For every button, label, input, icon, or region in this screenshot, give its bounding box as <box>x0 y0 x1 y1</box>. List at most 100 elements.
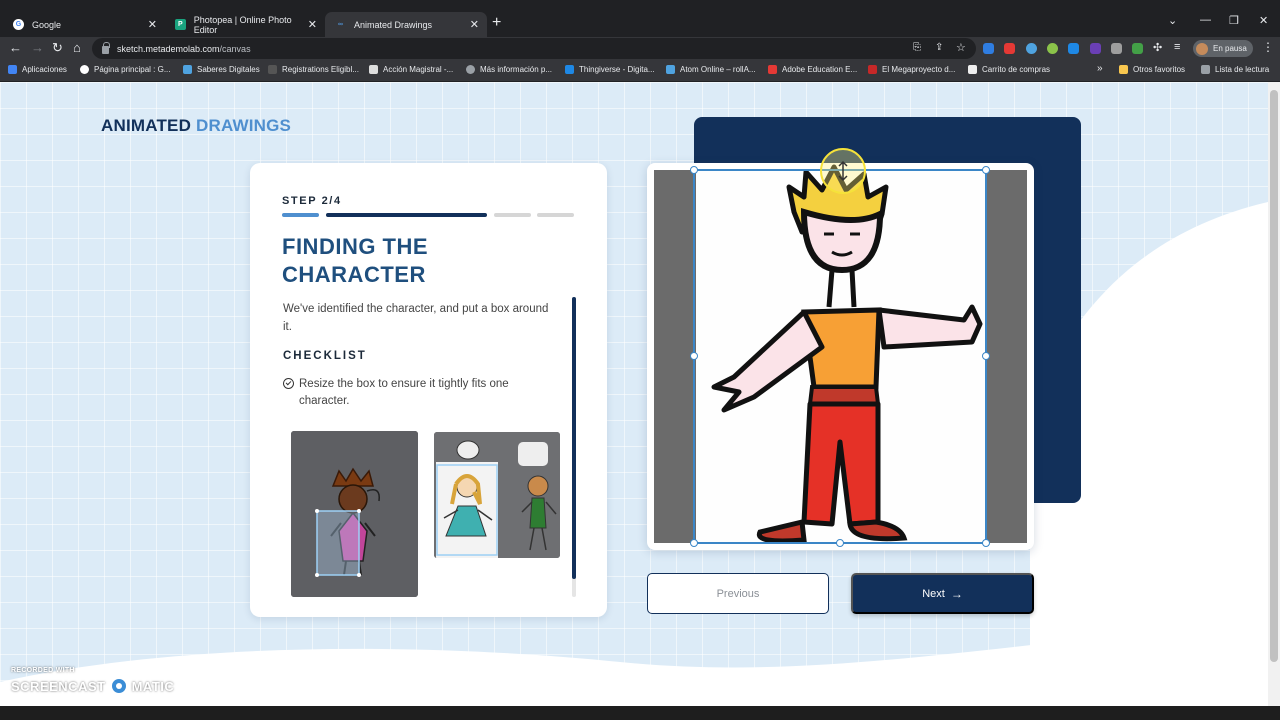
check-circle-icon <box>283 378 294 389</box>
brand-logo[interactable]: ANIMATED DRAWINGS <box>101 116 291 136</box>
bookmark-star-icon[interactable]: ☆ <box>956 41 966 54</box>
bookmark-item[interactable]: Acción Magistral -... <box>369 65 453 74</box>
back-icon[interactable]: ← <box>9 40 22 55</box>
browser-tab-bar: G Google ✕ P Photopea | Online Photo Edi… <box>0 0 1280 37</box>
status-bar <box>0 706 1280 720</box>
tab-google[interactable]: G Google ✕ <box>3 12 165 37</box>
watermark-line1: RECORDED WITH <box>11 667 75 674</box>
bookmarks-bar: Aplicaciones Página principal : G... Sab… <box>0 60 1280 82</box>
extension-icon[interactable] <box>1111 43 1122 54</box>
step-indicator: STEP 2/4 <box>282 195 342 207</box>
reading-list-icon <box>1201 65 1210 74</box>
bookmark-other-favorites[interactable]: Otros favoritos <box>1119 65 1185 74</box>
card-scrollbar[interactable] <box>572 297 576 597</box>
progress-segment <box>282 213 319 217</box>
apps-grid-icon <box>8 65 17 74</box>
home-icon[interactable]: ⌂ <box>73 40 81 55</box>
bounding-box[interactable] <box>688 164 994 549</box>
adobe-icon <box>768 65 777 74</box>
photopea-icon: P <box>175 19 186 30</box>
close-icon[interactable]: ✕ <box>148 18 157 31</box>
brand-word-2: DRAWINGS <box>196 116 292 135</box>
bookmark-item[interactable]: Adobe Education E... <box>768 65 857 74</box>
profile-label: En pausa <box>1213 44 1247 53</box>
browser-toolbar: ← → ↻ ⌂ sketch.metademolab.com/canvas ⎘ … <box>0 37 1280 60</box>
watermark-word-2: MATIC <box>131 678 175 694</box>
bookmark-favicon-icon <box>968 65 977 74</box>
bookmark-item[interactable]: Página principal : G... <box>80 65 170 74</box>
card-scrollbar-thumb[interactable] <box>572 297 576 579</box>
instruction-card: STEP 2/4 FINDING THE CHARACTER We've ide… <box>250 163 607 617</box>
puzzle-icon[interactable]: ✣ <box>1153 41 1162 54</box>
url-text: sketch.metademolab.com/canvas <box>117 43 251 54</box>
translate-icon[interactable]: ⎘ <box>913 42 921 53</box>
avatar <box>1196 42 1208 55</box>
bookmarks-overflow-icon[interactable]: » <box>1097 63 1103 74</box>
tab-label: Animated Drawings <box>354 19 433 30</box>
tab-label: Google <box>32 19 62 30</box>
example-image-good-box <box>291 431 418 597</box>
checklist-title: CHECKLIST <box>283 350 367 362</box>
tab-label: Photopea | Online Photo Editor <box>193 14 292 35</box>
bookmark-item[interactable]: Registrations Eligibl... <box>268 65 359 74</box>
tab-animated-drawings[interactable]: ∞ Animated Drawings ✕ <box>325 12 487 37</box>
bookmark-reading-list[interactable]: Lista de lectura <box>1201 65 1269 74</box>
folder-icon <box>1119 65 1128 74</box>
new-tab-icon[interactable]: + <box>492 15 501 31</box>
bookmark-item[interactable]: Más información p... <box>466 65 552 74</box>
restore-icon[interactable]: ❐ <box>1229 14 1239 27</box>
progress-segment <box>537 213 574 217</box>
screencast-logo-icon <box>108 676 129 696</box>
example-image-two-characters <box>434 432 560 558</box>
google-icon <box>80 65 89 74</box>
extension-icon[interactable] <box>1047 43 1058 54</box>
tab-photopea[interactable]: P Photopea | Online Photo Editor ✕ <box>165 12 325 37</box>
watermark-word-1: SCREENCAST <box>11 678 106 694</box>
minimize-icon[interactable]: — <box>1200 14 1211 26</box>
bookmark-favicon-icon <box>369 65 378 74</box>
bookmark-favicon-icon <box>268 65 277 74</box>
meta-icon: ∞ <box>338 21 343 28</box>
bookmark-item[interactable]: Thingiverse - Digita... <box>565 65 655 74</box>
cursor-highlight <box>820 148 866 194</box>
arrow-right-icon: → <box>950 586 963 601</box>
address-bar[interactable]: sketch.metademolab.com/canvas <box>92 38 976 59</box>
page-title: FINDING THE CHARACTER <box>282 234 429 287</box>
extension-icon[interactable] <box>1132 43 1143 54</box>
progress-segment <box>494 213 531 217</box>
google-icon: G <box>13 19 24 30</box>
bookmark-item[interactable]: Atom Online – rollA... <box>666 65 756 74</box>
checklist-item: Resize the box to ensure it tightly fits… <box>299 378 509 407</box>
bookmark-apps[interactable]: Aplicaciones <box>8 65 67 74</box>
menu-kebab-icon[interactable]: ⋮ <box>1262 40 1274 54</box>
window-close-icon[interactable]: ✕ <box>1259 14 1268 27</box>
bookmark-favicon-icon <box>565 65 574 74</box>
close-icon[interactable]: ✕ <box>470 18 479 31</box>
page-scrollbar-thumb[interactable] <box>1270 90 1278 662</box>
extension-icon[interactable] <box>1068 43 1079 54</box>
previous-button[interactable]: Previous <box>647 573 829 614</box>
tab-search-icon[interactable]: ⌄ <box>1168 14 1177 27</box>
reload-icon[interactable]: ↻ <box>52 40 63 56</box>
bookmark-item[interactable]: Saberes Digitales <box>183 65 260 74</box>
extension-icon[interactable] <box>1004 43 1015 54</box>
screencast-watermark: RECORDED WITH SCREENCAST MATIC <box>11 667 174 696</box>
next-button[interactable]: Next → <box>851 573 1034 614</box>
bookmark-favicon-icon <box>666 65 675 74</box>
extension-icon[interactable] <box>983 43 994 54</box>
page-content: ANIMATED DRAWINGS STEP 2/4 FINDING THE C… <box>0 82 1268 706</box>
globe-icon <box>466 65 475 74</box>
share-icon[interactable]: ⇪ <box>935 42 943 53</box>
progress-segment <box>326 213 487 217</box>
page-scrollbar[interactable] <box>1268 82 1280 706</box>
extension-icon[interactable] <box>1026 43 1037 54</box>
bookmark-favicon-icon <box>183 65 192 74</box>
profile-chip[interactable]: En pausa <box>1193 40 1253 57</box>
step-description: We've identified the character, and put … <box>283 303 549 333</box>
bookmark-item[interactable]: Carrito de compras <box>968 65 1050 74</box>
close-icon[interactable]: ✕ <box>308 18 317 31</box>
forward-icon[interactable]: → <box>31 40 44 55</box>
reading-list-icon[interactable]: ≡ <box>1174 41 1180 53</box>
bookmark-item[interactable]: El Megaproyecto d... <box>868 65 955 74</box>
extension-icon[interactable] <box>1090 43 1101 54</box>
